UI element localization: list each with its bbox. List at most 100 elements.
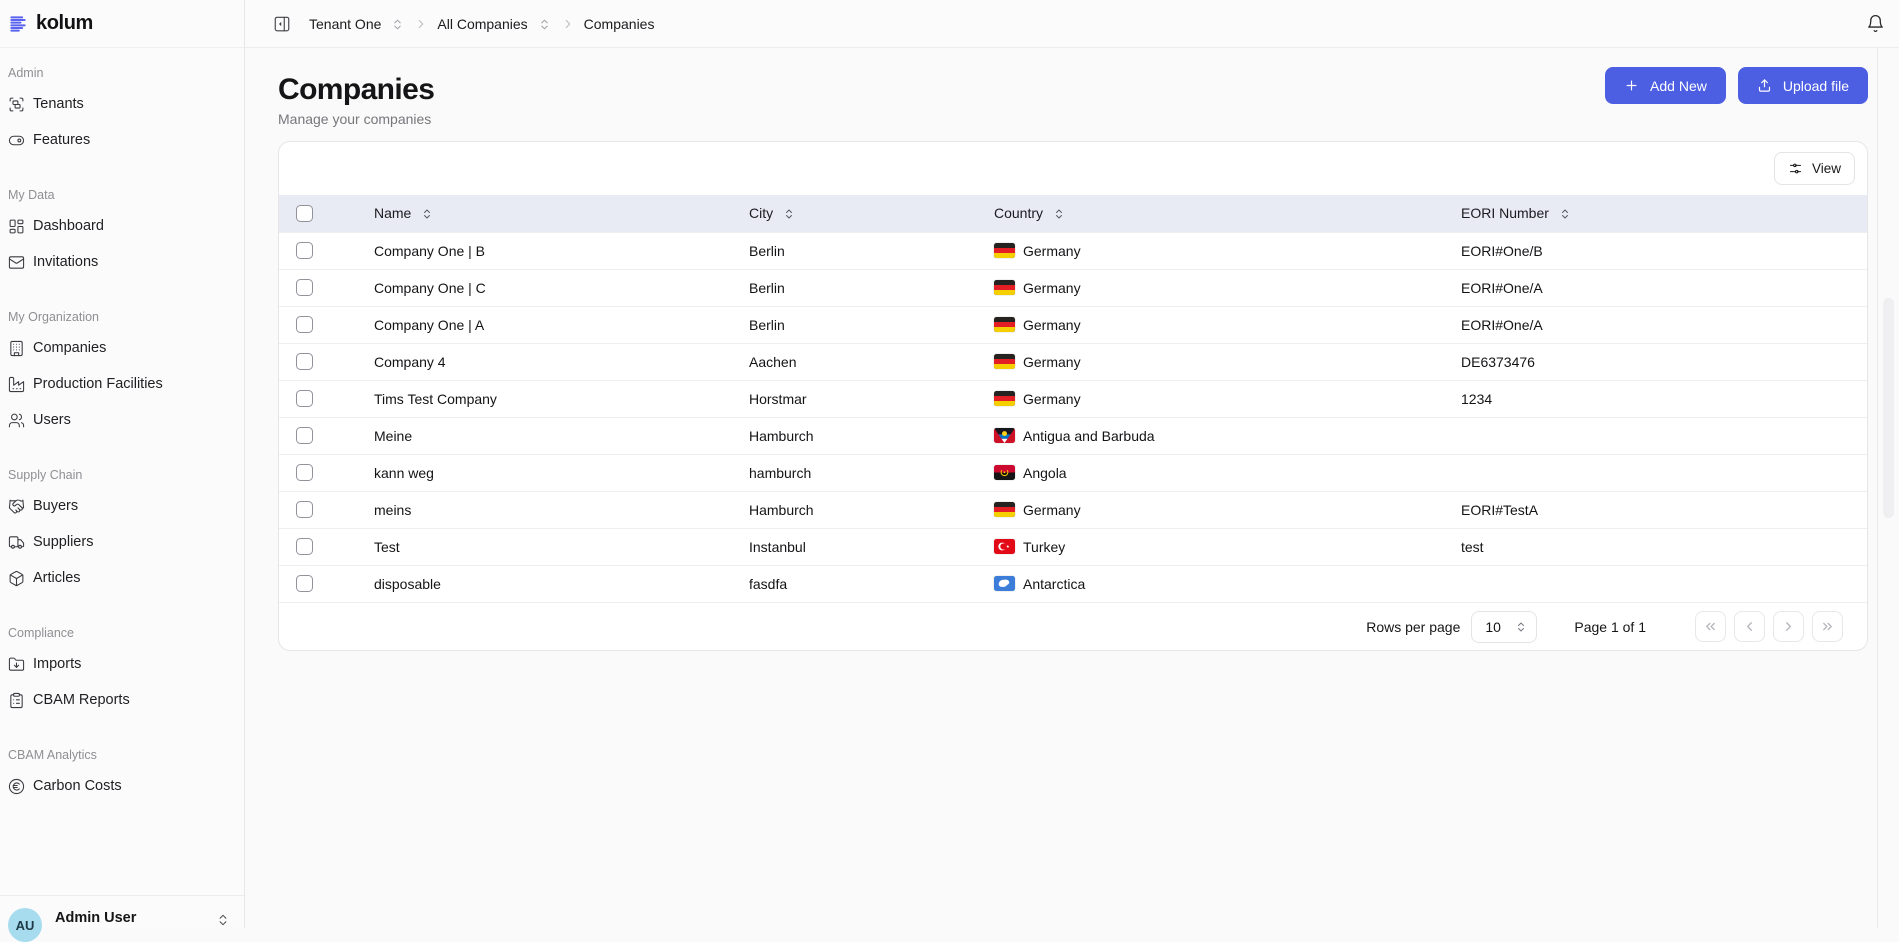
carbon-costs-icon [8,778,25,795]
sidebar-section-title-cbam-analytics: CBAM Analytics [8,748,236,762]
sort-icon[interactable] [783,208,795,220]
cell-city: Berlin [732,269,977,306]
cell-eori: EORI#TestA [1444,491,1867,528]
sidebar-item-users[interactable]: Users [8,402,236,438]
sidebar-item-features[interactable]: Features [8,122,236,158]
country-label: Turkey [1023,539,1065,555]
cell-name: meins [357,491,732,528]
country-label: Antigua and Barbuda [1023,428,1155,444]
cell-city: Hamburch [732,491,977,528]
column-label: City [749,205,773,221]
chevrons-right-icon [1820,619,1835,634]
rows-per-page-value: 10 [1485,619,1501,635]
next-page-button[interactable] [1773,611,1804,642]
avatar: AU [8,908,42,942]
cell-eori [1444,417,1867,454]
row-checkbox[interactable] [296,427,313,444]
upload-file-button[interactable]: Upload file [1738,67,1868,104]
sidebar-item-label: Users [33,412,71,428]
main-area: Tenant One All Companies Companies Compani… [245,0,1899,928]
sort-icon[interactable] [421,208,433,220]
page-status: Page 1 of 1 [1574,619,1646,635]
table-row: Company One | ABerlinGermanyEORI#One/A [279,306,1867,343]
chevron-right-icon [561,17,575,31]
first-page-button[interactable] [1695,611,1726,642]
flag-aq-icon [994,576,1015,591]
table-header-row: NameCityCountryEORI Number [279,195,1867,232]
sidebar-item-buyers[interactable]: Buyers [8,488,236,524]
row-checkbox[interactable] [296,464,313,481]
sort-icon[interactable] [1559,208,1571,220]
chevrons-up-down-icon[interactable] [391,18,404,31]
row-checkbox[interactable] [296,279,313,296]
cell-name: Company One | B [357,232,732,269]
cell-country: Germany [977,491,1444,528]
add-new-label: Add New [1650,78,1707,94]
view-button-label: View [1812,161,1841,176]
sidebar-item-label: Carbon Costs [33,778,122,794]
row-checkbox[interactable] [296,390,313,407]
sidebar-item-companies[interactable]: Companies [8,330,236,366]
add-new-button[interactable]: Add New [1605,67,1726,104]
column-header-city: City [732,195,977,232]
sidebar-item-label: Tenants [33,96,84,112]
sidebar-item-carbon-costs[interactable]: Carbon Costs [8,768,236,804]
cell-eori: 1234 [1444,380,1867,417]
cell-name: kann weg [357,454,732,491]
table-row: Company One | CBerlinGermanyEORI#One/A [279,269,1867,306]
row-checkbox[interactable] [296,501,313,518]
cell-eori: DE6373476 [1444,343,1867,380]
cell-city: Berlin [732,232,977,269]
rows-per-page-select[interactable]: 10 [1471,611,1537,643]
buyers-icon [8,498,25,515]
cell-name: Company One | A [357,306,732,343]
sidebar-item-articles[interactable]: Articles [8,560,236,596]
view-button[interactable]: View [1774,152,1855,185]
row-checkbox[interactable] [296,575,313,592]
breadcrumb-item-tenant-one[interactable]: Tenant One [309,16,381,32]
cell-name: Meine [357,417,732,454]
sidebar-section-title-my-data: My Data [8,188,236,202]
cell-eori: EORI#One/A [1444,269,1867,306]
companies-table-card: View NameCityCountryEORI Number Company … [278,141,1868,651]
select-all-checkbox[interactable] [296,205,313,222]
table-row: disposablefasdfaAntarctica [279,565,1867,602]
cell-city: Berlin [732,306,977,343]
cell-country: Germany [977,232,1444,269]
column-header-name: Name [357,195,732,232]
sidebar-item-tenants[interactable]: Tenants [8,86,236,122]
row-checkbox[interactable] [296,242,313,259]
page-title: Companies [278,72,434,108]
logo: kolum [0,0,244,48]
brand-name: kolum [36,12,93,35]
sidebar-item-production-facilities[interactable]: Production Facilities [8,366,236,402]
column-label: Country [994,205,1043,221]
flag-de-icon [994,391,1015,406]
user-menu[interactable]: AU Admin User [0,895,244,928]
breadcrumb-item-companies[interactable]: Companies [584,16,655,32]
sidebar-item-suppliers[interactable]: Suppliers [8,524,236,560]
chevrons-up-down-icon[interactable] [538,18,551,31]
scrollbar-track[interactable] [1877,48,1899,928]
articles-icon [8,570,25,587]
sidebar-item-dashboard[interactable]: Dashboard [8,208,236,244]
breadcrumb-item-all-companies[interactable]: All Companies [437,16,527,32]
cell-eori [1444,565,1867,602]
chevron-right-icon [1781,619,1796,634]
rows-per-page-label: Rows per page [1366,619,1460,635]
flag-ao-icon [994,465,1015,480]
last-page-button[interactable] [1812,611,1843,642]
sidebar-item-cbam-reports[interactable]: CBAM Reports [8,682,236,718]
sort-icon[interactable] [1053,208,1065,220]
cell-city: hamburch [732,454,977,491]
sidebar-item-invitations[interactable]: Invitations [8,244,236,280]
sidebar-toggle-icon[interactable] [273,15,291,33]
imports-icon [8,656,25,673]
row-checkbox[interactable] [296,316,313,333]
sidebar-item-imports[interactable]: Imports [8,646,236,682]
prev-page-button[interactable] [1734,611,1765,642]
row-checkbox[interactable] [296,538,313,555]
scrollbar-thumb[interactable] [1883,298,1894,518]
row-checkbox[interactable] [296,353,313,370]
bell-icon[interactable] [1866,14,1885,33]
